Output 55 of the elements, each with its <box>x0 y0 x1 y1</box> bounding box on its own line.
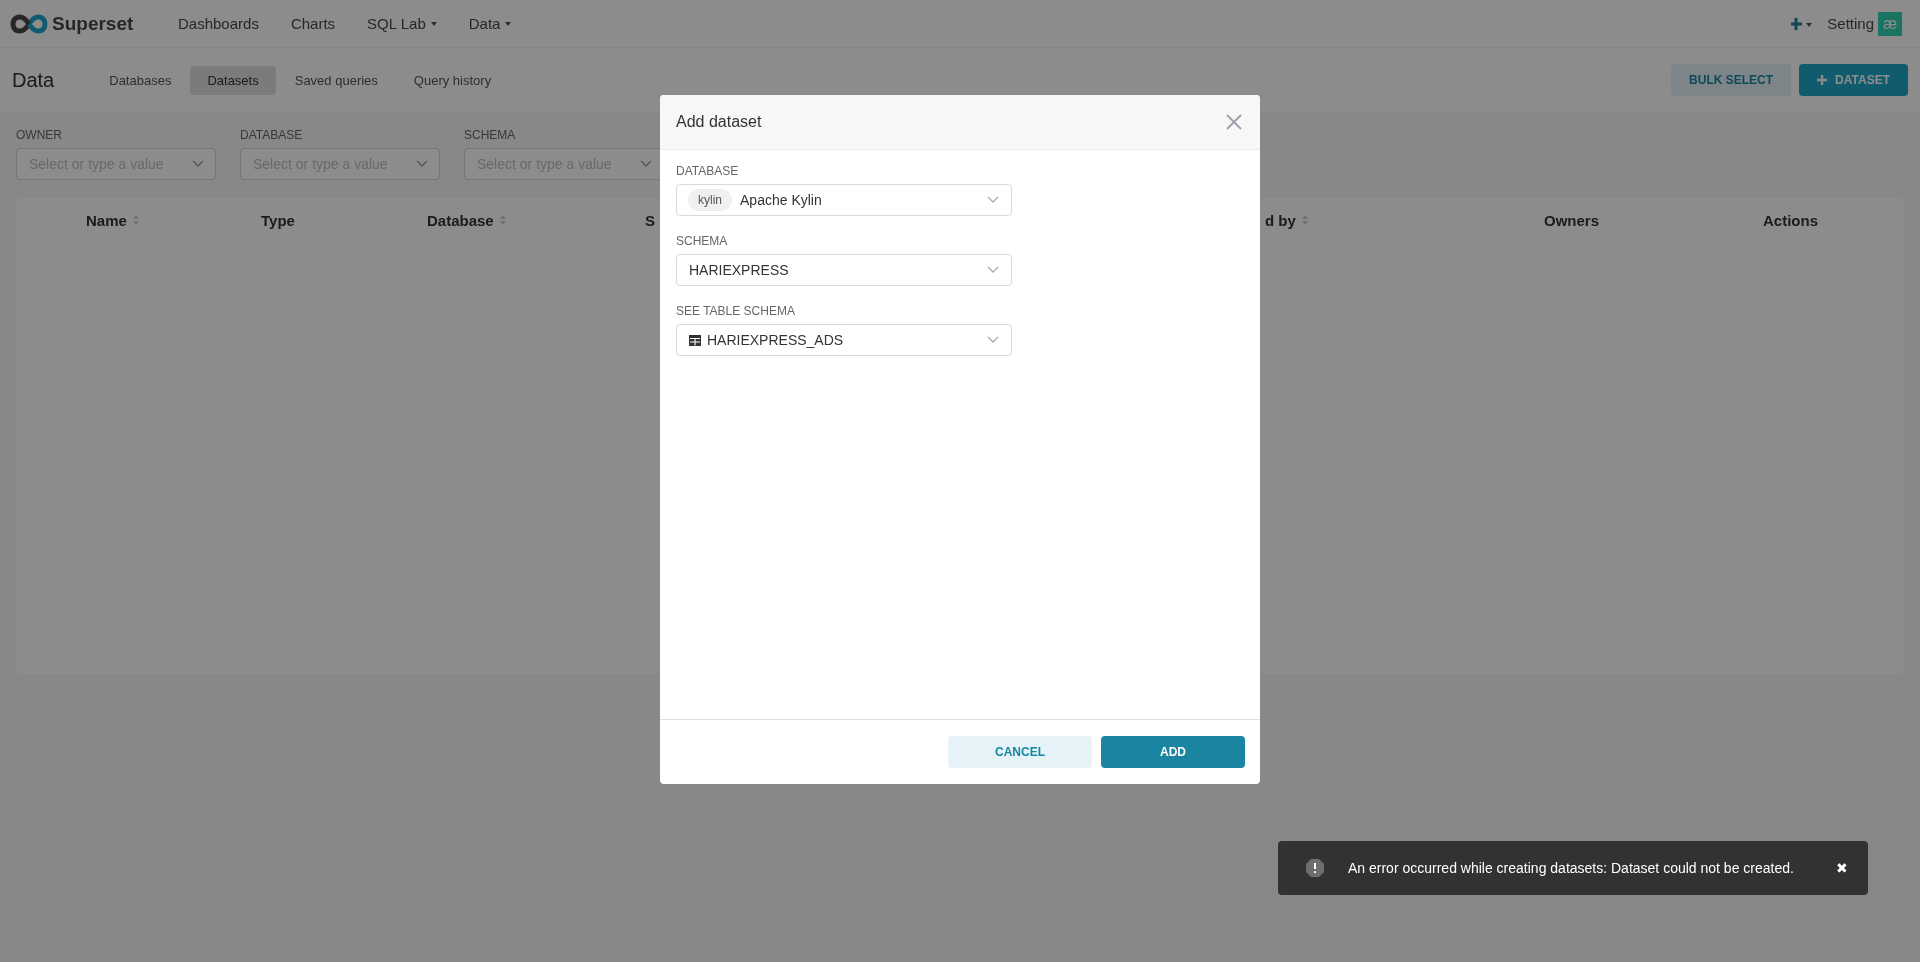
select-field[interactable]: HARIEXPRESS <box>676 254 1012 286</box>
chevron-down-icon <box>192 160 204 168</box>
nav-menu-item[interactable]: Data <box>452 15 528 32</box>
close-toast-button[interactable]: ✖ <box>1836 860 1848 876</box>
close-icon[interactable] <box>1226 114 1242 130</box>
brand-name[interactable]: Superset <box>52 12 134 35</box>
select-value: HARIEXPRESS <box>689 262 789 278</box>
field-label: SCHEMA <box>676 234 729 248</box>
column-header[interactable]: S <box>645 211 655 229</box>
sort-icon[interactable] <box>499 215 506 225</box>
nav-menu-item[interactable]: SQL Lab <box>351 15 453 32</box>
select-value: HARIEXPRESS_ADS <box>707 332 844 348</box>
add-dataset-button[interactable]: DATASET <box>1799 64 1908 96</box>
chevron-down-icon <box>640 160 652 168</box>
select-value: Apache Kylin <box>740 192 822 208</box>
nav-menu-item[interactable]: Charts <box>274 15 352 32</box>
column-header[interactable]: Database <box>427 211 494 229</box>
toast-message: An error occurred while creating datasets: Dataset could not be created. <box>1348 860 1794 876</box>
logo-icon <box>10 13 48 34</box>
filter-label: SCHEMA <box>464 128 517 142</box>
page-title: Data <box>12 68 55 92</box>
column-header[interactable]: d by <box>1265 211 1296 229</box>
column-header[interactable]: Owners <box>1544 211 1600 229</box>
add-button[interactable]: ADD <box>1101 736 1245 768</box>
tab[interactable]: Datasets <box>190 65 276 95</box>
modal-title: Add dataset <box>676 113 762 131</box>
filter-label: OWNER <box>16 128 63 142</box>
sort-icon[interactable] <box>1301 215 1308 225</box>
plus-icon <box>1817 75 1828 85</box>
field-label: SEE TABLE SCHEMA <box>676 304 796 318</box>
select-field[interactable]: HARIEXPRESS_ADS <box>676 324 1012 356</box>
sort-icon[interactable] <box>132 215 139 225</box>
nav-menu-item[interactable]: Dashboards <box>162 15 275 32</box>
tab[interactable]: Databases <box>92 65 189 95</box>
tab[interactable]: Query history <box>396 65 509 95</box>
settings-menu[interactable]: Setting <box>1827 15 1874 32</box>
chevron-down-icon <box>987 266 999 274</box>
table-icon <box>689 334 701 346</box>
database-tag: kylin <box>688 189 732 211</box>
chevron-down-icon <box>416 160 428 168</box>
select-field[interactable]: kylin Apache Kylin <box>676 184 1012 216</box>
alert-icon <box>1305 858 1325 878</box>
chevron-down-icon <box>987 336 999 344</box>
plus-icon[interactable] <box>1791 17 1814 30</box>
cancel-button[interactable]: CANCEL <box>948 736 1092 768</box>
bulk-select-button[interactable]: BULK SELECT <box>1671 64 1792 96</box>
chevron-down-icon <box>987 196 999 204</box>
field-label: DATABASE <box>676 164 740 178</box>
tab[interactable]: Saved queries <box>277 65 395 95</box>
caret-icon <box>505 21 512 26</box>
caret-icon <box>430 21 437 26</box>
filter-label: DATABASE <box>240 128 304 142</box>
column-header[interactable]: Name <box>86 211 127 229</box>
column-header[interactable]: Type <box>261 211 295 229</box>
column-header[interactable]: Actions <box>1763 211 1818 229</box>
